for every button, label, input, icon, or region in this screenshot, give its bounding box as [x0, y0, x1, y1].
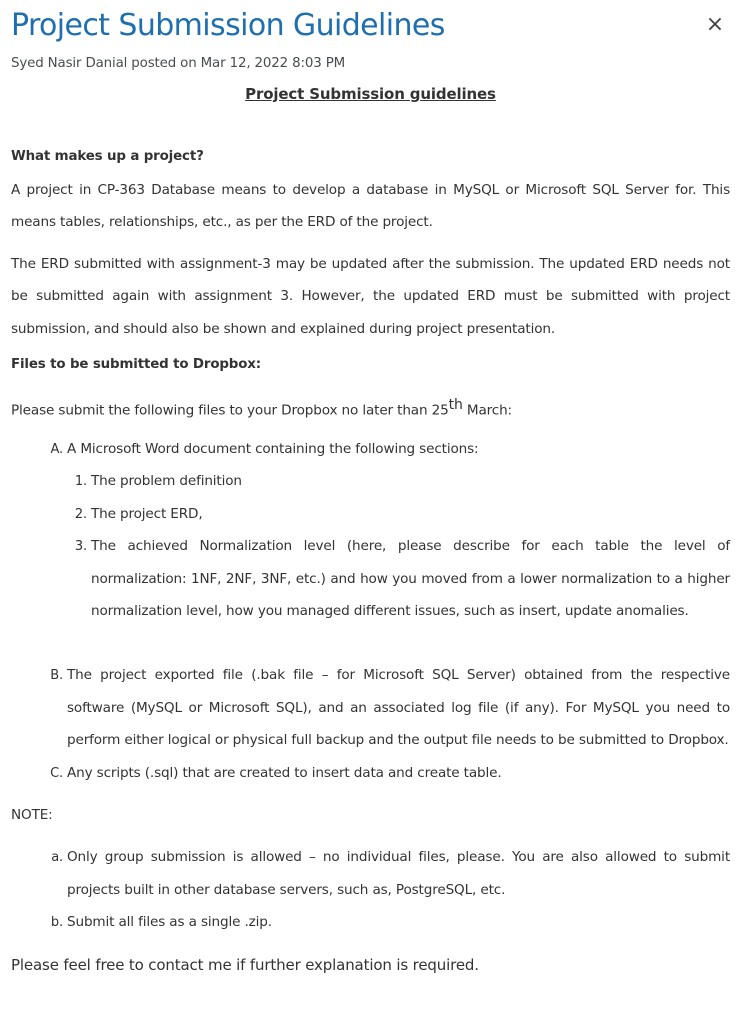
intro-text-end: March: [462, 402, 512, 419]
dialog-title: Project Submission Guidelines [11, 8, 445, 43]
close-icon[interactable]: × [701, 10, 729, 40]
list-item-c: Any scripts (.sql) that are created to i… [67, 757, 730, 789]
paragraph-submit-intro: Please submit the following files to you… [11, 389, 730, 427]
footer-text: Please feel free to contact me if furthe… [11, 955, 479, 974]
word-document-sections: The problem definition The project ERD, … [67, 465, 730, 627]
dialog: Project Submission Guidelines × Syed Nas… [0, 0, 739, 1036]
intro-superscript: th [448, 397, 463, 414]
note-label: NOTE: [11, 807, 53, 824]
list-item: Submit all files as a single .zip. [67, 906, 730, 938]
list-item: The achieved Normalization level (here, … [91, 530, 730, 627]
notes-list: Only group submission is allowed – no in… [11, 841, 730, 938]
paragraph-erd-update: The ERD submitted with assignment-3 may … [11, 255, 730, 337]
submission-list: A Microsoft Word document containing the… [11, 433, 730, 789]
section-files-dropbox: Files to be submitted to Dropbox: [11, 357, 261, 373]
paragraph-project-definition: A project in CP-363 Database means to de… [11, 182, 730, 231]
list-item-b: The project exported file (.bak file – f… [67, 659, 730, 756]
list-item-a-text: A Microsoft Word document containing the… [67, 440, 479, 457]
list-item-a: A Microsoft Word document containing the… [67, 433, 730, 627]
section-what-makes-project: What makes up a project? [11, 149, 204, 164]
intro-text: Please submit the following files to you… [11, 402, 449, 419]
content-heading: Project Submission guidelines [245, 85, 496, 103]
list-item: The problem definition [91, 465, 730, 497]
list-item: The project ERD, [91, 498, 730, 530]
post-content: Project Submission guidelines What makes… [11, 83, 730, 981]
post-meta: Syed Nasir Danial posted on Mar 12, 2022… [11, 56, 346, 71]
list-item: Only group submission is allowed – no in… [67, 841, 730, 906]
